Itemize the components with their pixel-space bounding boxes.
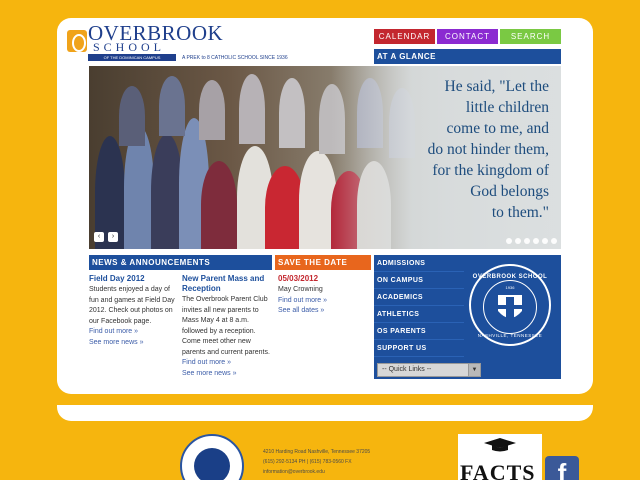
calendar-button[interactable]: CALENDAR (374, 29, 435, 44)
hero-prev-arrow-icon[interactable]: ‹ (94, 232, 104, 242)
save-the-date-header: SAVE THE DATE (275, 255, 371, 270)
find-out-more-link[interactable]: Find out more » (182, 358, 272, 369)
award-eagle-icon (194, 448, 230, 480)
see-more-news-link[interactable]: See more news » (182, 369, 272, 380)
at-a-glance-header: AT A GLANCE (374, 49, 561, 64)
news-item-2: New Parent Mass and Reception The Overbr… (182, 274, 272, 379)
news-item-title[interactable]: New Parent Mass and Reception (182, 274, 272, 294)
facebook-icon[interactable]: f (545, 456, 579, 480)
menu-item-os-parents[interactable]: OS PARENTS (374, 323, 464, 340)
school-logo-icon[interactable] (67, 30, 87, 52)
logo-subtitle[interactable]: SCHOOL (93, 40, 165, 55)
at-a-glance-menu: ADMISSIONS ON CAMPUS ACADEMICS ATHLETICS… (374, 255, 561, 379)
footer-address: 4210 Harding Road Nashville, Tennessee 3… (263, 449, 371, 455)
graduation-cap-icon (484, 438, 516, 452)
find-out-more-link[interactable]: Find out more » (89, 327, 177, 338)
slide-dot[interactable] (542, 238, 548, 244)
menu-item-academics[interactable]: ACADEMICS (374, 289, 464, 306)
menu-item-athletics[interactable]: ATHLETICS (374, 306, 464, 323)
search-button[interactable]: SEARCH (500, 29, 561, 44)
news-header: NEWS & ANNOUNCEMENTS (89, 255, 272, 270)
find-out-more-link[interactable]: Find out more » (278, 296, 370, 307)
news-item-body: The Overbrook Parent Club invites all ne… (182, 296, 270, 356)
seal-shield: 1936 (483, 280, 537, 334)
save-the-date-item: 05/03/2012 May Crowning Find out more » … (278, 274, 370, 317)
slide-dot[interactable] (551, 238, 557, 244)
slide-dot[interactable] (515, 238, 521, 244)
footer-contact: 4210 Harding Road Nashville, Tennessee 3… (263, 447, 370, 477)
hero-quote: He said, "Let the little children come t… (427, 78, 549, 221)
slide-dot[interactable] (524, 238, 530, 244)
news-item-body: Students enjoyed a day of fun and games … (89, 286, 175, 325)
contact-button[interactable]: CONTACT (437, 29, 498, 44)
menu-item-support-us[interactable]: SUPPORT US (374, 340, 464, 357)
footer-phone: (615) 292-5134 PH | (615) 783-0560 FX (263, 459, 352, 465)
school-seal-icon: OVERBROOK SCHOOL 1936 NASHVILLE, TENNESS… (469, 264, 551, 346)
card-footer-strip (57, 405, 593, 421)
slide-indicators (506, 238, 557, 244)
news-item-1: Field Day 2012 Students enjoyed a day of… (89, 274, 177, 348)
quick-links-select[interactable]: -- Quick Links -- ▼ (377, 363, 481, 377)
chevron-down-icon: ▼ (468, 364, 480, 376)
event-name: May Crowning (278, 286, 323, 293)
hero-next-arrow-icon[interactable]: › (108, 232, 118, 242)
see-all-dates-link[interactable]: See all dates » (278, 306, 370, 317)
slide-dot[interactable] (533, 238, 539, 244)
event-date: 05/03/2012 (278, 274, 319, 283)
blue-ribbon-award-icon[interactable] (180, 434, 244, 480)
menu-item-on-campus[interactable]: ON CAMPUS (374, 272, 464, 289)
facts-logo[interactable]: FACTS (458, 434, 542, 480)
see-more-news-link[interactable]: See more news » (89, 338, 177, 349)
menu-item-admissions[interactable]: ADMISSIONS (374, 255, 464, 272)
logo-campus-bar: OF THE DOMINICAN CAMPUS (88, 54, 176, 61)
news-item-title[interactable]: Field Day 2012 (89, 274, 177, 284)
hero-slideshow[interactable]: He said, "Let the little children come t… (89, 66, 561, 249)
slide-dot[interactable] (506, 238, 512, 244)
tagline: A PREK to 8 CATHOLIC SCHOOL SINCE 1936 (182, 55, 288, 61)
footer-email[interactable]: information@overbrook.edu (263, 467, 370, 477)
